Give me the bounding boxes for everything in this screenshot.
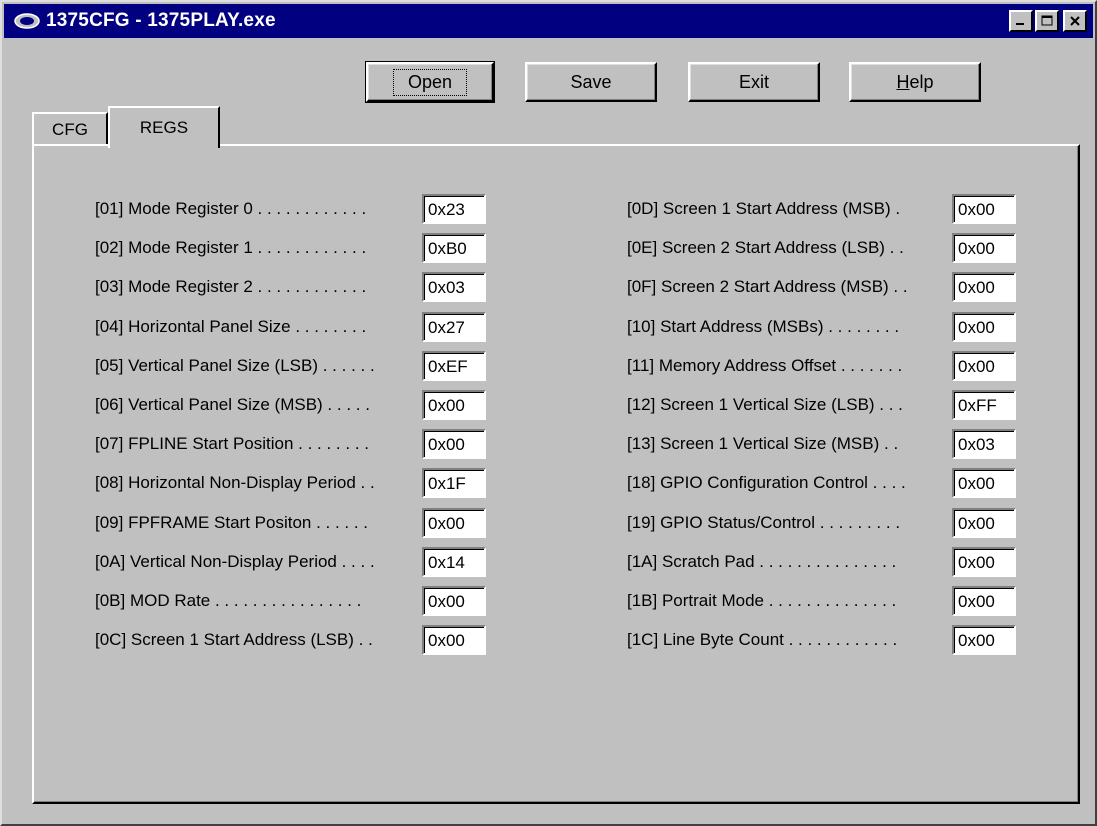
help-button-label: Help — [896, 71, 934, 92]
register-label: [09] FPFRAME Start Positon . . . . . . — [95, 512, 369, 532]
minimize-button[interactable] — [1009, 10, 1033, 32]
register-value-field[interactable] — [952, 429, 1016, 460]
register-value-field[interactable] — [422, 272, 486, 303]
tab-cfg[interactable]: CFG — [32, 112, 108, 146]
register-label: [0D] Screen 1 Start Address (MSB) . — [627, 199, 901, 218]
app-window: 1375CFG - 1375PLAY.exe Open Save Exit He… — [0, 0, 1097, 826]
register-label: [04] Horizontal Panel Size . . . . . . .… — [95, 316, 367, 336]
register-value-field[interactable] — [952, 625, 1016, 656]
register-label: [07] FPLINE Start Position . . . . . . .… — [95, 434, 369, 454]
register-label: [0B] MOD Rate . . . . . . . . . . . . . … — [95, 591, 362, 610]
maximize-icon — [1041, 15, 1053, 26]
register-row: [12] Screen 1 Vertical Size (LSB) . . . — [627, 390, 1018, 420]
save-button-label: Save — [570, 71, 612, 92]
help-button[interactable]: Help — [849, 62, 981, 102]
register-value-field[interactable] — [422, 468, 486, 499]
open-button-label: Open — [392, 68, 468, 96]
register-row: [08] Horizontal Non-Display Period . . — [95, 468, 488, 499]
tab-regs[interactable]: REGS — [108, 106, 220, 148]
register-label: [10] Start Address (MSBs) . . . . . . . … — [627, 316, 900, 336]
register-row: [07] FPLINE Start Position . . . . . . .… — [95, 429, 488, 460]
register-row: [0A] Vertical Non-Display Period . . . . — [95, 546, 488, 577]
open-button[interactable]: Open — [365, 61, 495, 103]
register-row: [1C] Line Byte Count . . . . . . . . . .… — [627, 625, 1018, 656]
register-value-field[interactable] — [952, 546, 1016, 577]
register-value-field[interactable] — [952, 390, 1016, 420]
register-label: [0C] Screen 1 Start Address (LSB) . . — [95, 630, 373, 650]
minimize-icon — [1016, 23, 1024, 25]
register-label: [05] Vertical Panel Size (LSB) . . . . .… — [95, 355, 375, 375]
register-value-field[interactable] — [422, 507, 486, 538]
register-label: [08] Horizontal Non-Display Period . . — [95, 473, 375, 493]
register-row: [04] Horizontal Panel Size . . . . . . .… — [95, 311, 488, 342]
register-value-field[interactable] — [952, 507, 1016, 538]
register-value-field[interactable] — [952, 586, 1016, 616]
register-value-field[interactable] — [422, 625, 486, 656]
register-value-field[interactable] — [952, 272, 1016, 303]
register-label: [19] GPIO Status/Control . . . . . . . .… — [627, 512, 901, 532]
register-value-field[interactable] — [952, 311, 1016, 342]
help-mnemonic: H — [896, 71, 910, 92]
register-label: [01] Mode Register 0 . . . . . . . . . .… — [95, 199, 367, 218]
title-bar[interactable]: 1375CFG - 1375PLAY.exe — [4, 4, 1093, 38]
register-value-field[interactable] — [422, 429, 486, 460]
register-row: [09] FPFRAME Start Positon . . . . . . — [95, 507, 488, 538]
register-row: [0D] Screen 1 Start Address (MSB) . — [627, 194, 1018, 224]
register-row: [1B] Portrait Mode . . . . . . . . . . .… — [627, 586, 1018, 616]
register-label: [18] GPIO Configuration Control . . . . — [627, 473, 906, 493]
register-label: [06] Vertical Panel Size (MSB) . . . . . — [95, 395, 370, 414]
window-controls — [1007, 10, 1087, 32]
register-label: [03] Mode Register 2 . . . . . . . . . .… — [95, 277, 367, 297]
register-row: [1A] Scratch Pad . . . . . . . . . . . .… — [627, 546, 1018, 577]
exit-button-label: Exit — [738, 71, 769, 92]
register-label: [1B] Portrait Mode . . . . . . . . . . .… — [627, 591, 897, 610]
register-row: [02] Mode Register 1 . . . . . . . . . .… — [95, 233, 488, 264]
register-value-field[interactable] — [952, 350, 1016, 381]
register-value-field[interactable] — [422, 311, 486, 342]
register-value-field[interactable] — [422, 546, 486, 577]
register-label: [11] Memory Address Offset . . . . . . . — [627, 355, 903, 375]
register-row: [19] GPIO Status/Control . . . . . . . .… — [627, 507, 1018, 538]
regs-panel: [01] Mode Register 0 . . . . . . . . . .… — [32, 144, 1080, 804]
exit-button[interactable]: Exit — [688, 62, 820, 102]
register-value-field[interactable] — [422, 586, 486, 616]
register-row: [18] GPIO Configuration Control . . . . — [627, 468, 1018, 499]
register-row: [01] Mode Register 0 . . . . . . . . . .… — [95, 194, 488, 224]
register-row: [11] Memory Address Offset . . . . . . . — [627, 350, 1018, 381]
register-label: [0A] Vertical Non-Display Period . . . . — [95, 551, 375, 571]
register-label: [02] Mode Register 1 . . . . . . . . . .… — [95, 238, 367, 258]
register-value-field[interactable] — [422, 194, 486, 224]
register-value-field[interactable] — [422, 233, 486, 264]
register-value-field[interactable] — [422, 390, 486, 420]
register-value-field[interactable] — [952, 194, 1016, 224]
register-row: [0B] MOD Rate . . . . . . . . . . . . . … — [95, 586, 488, 616]
app-icon[interactable] — [12, 10, 42, 32]
register-label: [1A] Scratch Pad . . . . . . . . . . . .… — [627, 551, 897, 571]
close-icon — [1070, 16, 1080, 26]
register-value-field[interactable] — [952, 468, 1016, 499]
register-row: [0C] Screen 1 Start Address (LSB) . . — [95, 625, 488, 656]
register-label: [1C] Line Byte Count . . . . . . . . . .… — [627, 630, 898, 650]
register-row: [05] Vertical Panel Size (LSB) . . . . .… — [95, 350, 488, 381]
save-button[interactable]: Save — [525, 62, 657, 102]
tab-cfg-label: CFG — [52, 120, 88, 139]
register-row: [03] Mode Register 2 . . . . . . . . . .… — [95, 272, 488, 303]
register-row: [10] Start Address (MSBs) . . . . . . . … — [627, 311, 1018, 342]
register-row: [13] Screen 1 Vertical Size (MSB) . . — [627, 429, 1018, 460]
maximize-button[interactable] — [1035, 10, 1059, 32]
window-title: 1375CFG - 1375PLAY.exe — [46, 10, 276, 31]
register-label: [12] Screen 1 Vertical Size (LSB) . . . — [627, 395, 903, 414]
close-button[interactable] — [1063, 10, 1087, 32]
register-row: [06] Vertical Panel Size (MSB) . . . . . — [95, 390, 488, 420]
register-row: [0E] Screen 2 Start Address (LSB) . . — [627, 233, 1018, 264]
tab-regs-label: REGS — [139, 118, 189, 137]
register-label: [0F] Screen 2 Start Address (MSB) . . — [627, 277, 908, 297]
register-label: [13] Screen 1 Vertical Size (MSB) . . — [627, 434, 899, 454]
register-label: [0E] Screen 2 Start Address (LSB) . . — [627, 238, 904, 258]
register-value-field[interactable] — [422, 350, 486, 381]
register-value-field[interactable] — [952, 233, 1016, 264]
register-row: [0F] Screen 2 Start Address (MSB) . . — [627, 272, 1018, 303]
